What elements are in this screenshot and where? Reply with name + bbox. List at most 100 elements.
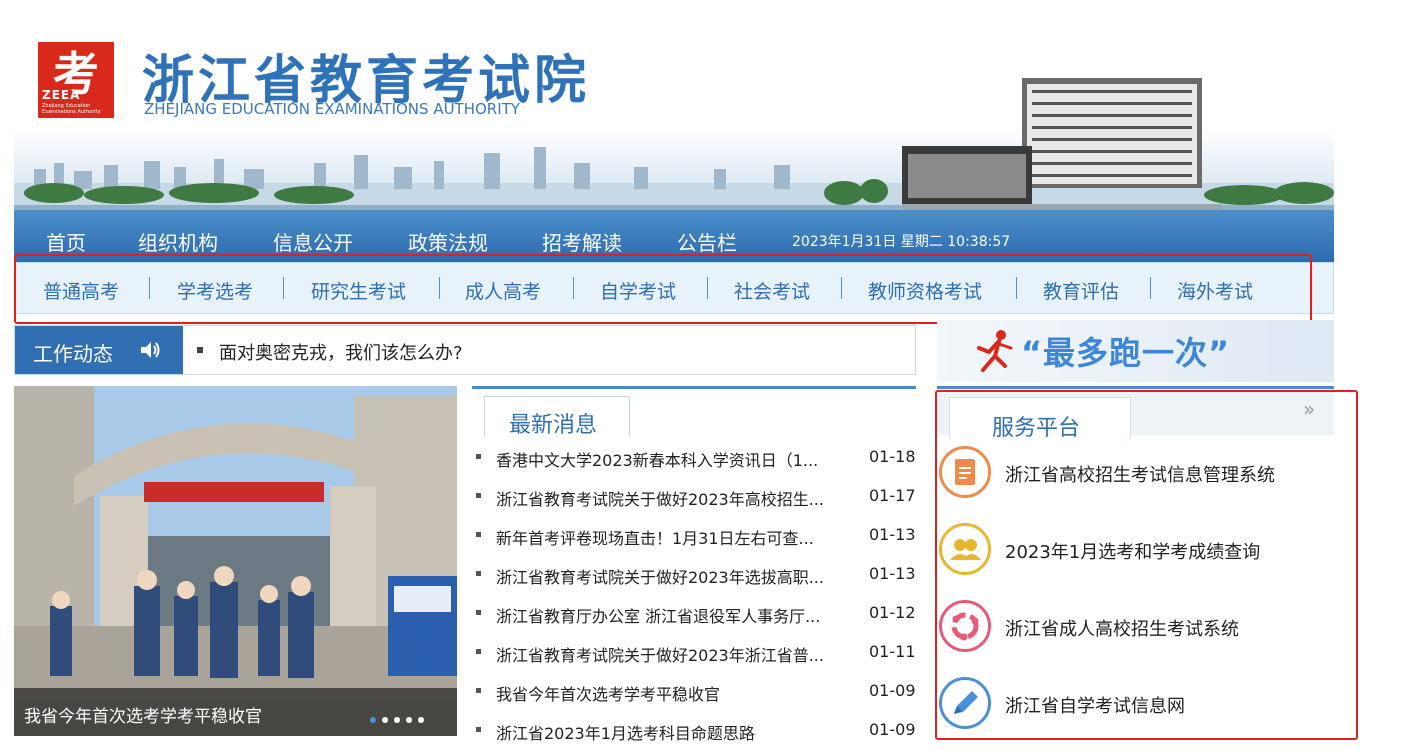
subnav-item-gaokao[interactable]: 普通高考 (43, 277, 119, 304)
service-item-label: 浙江省自学考试信息网 (1005, 696, 1185, 717)
news-title[interactable]: 我省今年首次选考学考平稳收官 (496, 681, 860, 705)
subnav-separator (1150, 277, 1151, 299)
tab-latest-news[interactable]: 最新消息 (484, 396, 630, 438)
news-row[interactable]: 浙江省教育考试院关于做好2023年高校招生... 01-17 (472, 477, 916, 516)
news-title[interactable]: 浙江省教育考试院关于做好2023年高校招生... (496, 486, 860, 510)
bullet-icon (476, 493, 481, 498)
bullet-icon (476, 610, 481, 615)
more-chevron-icon[interactable]: » (1303, 397, 1315, 421)
promo-slogan: “最多跑一次” (1021, 334, 1231, 372)
nav-item-bulletin[interactable]: 公告栏 (677, 227, 737, 256)
tab-service-platform-label: 服务平台 (992, 416, 1081, 441)
news-row[interactable]: 我省今年首次选考学考平稳收官 01-09 (472, 672, 916, 711)
site-banner: 考 ZEEA Zhejiang Education Examinations A… (14, 28, 1334, 210)
current-datetime: 2023年1月31日 星期二 10:38:57 (792, 234, 1011, 250)
logo-subtext: Zhejiang Education Examinations Authorit… (42, 103, 101, 115)
service-item-label: 2023年1月选考和学考成绩查询 (1005, 542, 1261, 563)
slideshow-dot-4[interactable] (406, 717, 412, 723)
news-date: 01-17 (869, 486, 916, 505)
nav-item-info-disclosure[interactable]: 信息公开 (273, 227, 353, 256)
nav-item-home[interactable]: 首页 (46, 227, 86, 256)
news-title[interactable]: 浙江省2023年1月选考科目命题思路 (496, 720, 860, 744)
news-title[interactable]: 浙江省教育考试院关于做好2023年浙江省普... (496, 642, 860, 666)
news-row[interactable]: 浙江省教育厅办公室 浙江省退役军人事务厅... 01-12 (472, 594, 916, 633)
news-row[interactable]: 新年首考评卷现场直击！1月31日左右可查... 01-13 (472, 516, 916, 555)
nav-item-organization[interactable]: 组织机构 (138, 227, 218, 256)
bullet-icon (197, 347, 203, 353)
subnav-separator (573, 277, 574, 299)
bullet-icon (476, 649, 481, 654)
runner-icon (977, 330, 1013, 372)
subnav-item-graduate[interactable]: 研究生考试 (311, 277, 406, 304)
subnav-item-teacher-cert[interactable]: 教师资格考试 (868, 277, 982, 304)
news-title[interactable]: 浙江省教育厅办公室 浙江省退役军人事务厅... (496, 603, 860, 627)
service-item-label: 浙江省成人高校招生考试系统 (1005, 619, 1239, 640)
news-date: 01-13 (869, 564, 916, 583)
news-date: 01-09 (869, 681, 916, 700)
nav-item-policies[interactable]: 政策法规 (408, 227, 488, 256)
bullet-icon (476, 727, 481, 732)
subnav-separator (283, 277, 284, 299)
work-news-label: 工作动态 (33, 342, 113, 366)
service-platform-panel: 服务平台 » 浙江省高校招生考试信息管理系统 2023年1月选考和学考成绩查询 … (937, 386, 1334, 736)
work-news-label-block: 工作动态 (15, 326, 183, 374)
service-item-adult-admission[interactable]: 浙江省成人高校招生考试系统 (939, 600, 1319, 660)
news-date: 01-12 (869, 603, 916, 622)
promo-banner-run-once[interactable]: “最多跑一次” (937, 320, 1334, 382)
service-item-self-study-site[interactable]: 浙江省自学考试信息网 (939, 677, 1319, 737)
news-title[interactable]: 浙江省教育考试院关于做好2023年选拔高职... (496, 564, 860, 588)
news-row[interactable]: 浙江省教育考试院关于做好2023年选拔高职... 01-13 (472, 555, 916, 594)
subnav-separator (149, 277, 150, 299)
news-row[interactable]: 浙江省教育考试院关于做好2023年浙江省普... 01-11 (472, 633, 916, 672)
news-date: 01-18 (869, 447, 916, 466)
subnav-separator (841, 277, 842, 299)
service-item-gaokao-system[interactable]: 浙江省高校招生考试信息管理系统 (939, 446, 1319, 506)
latest-news-list: 香港中文大学2023新春本科入学资讯日（1... 01-18 浙江省教育考试院关于… (472, 438, 916, 750)
slideshow-dot-5[interactable] (418, 717, 424, 723)
bullet-icon (476, 571, 481, 576)
panel-top-border (472, 386, 916, 389)
slideshow-caption-bar: 我省今年首次选考学考平稳收官 (14, 688, 457, 736)
cycle-icon (939, 600, 991, 652)
service-item-score-query[interactable]: 2023年1月选考和学考成绩查询 (939, 523, 1319, 583)
pen-icon (939, 677, 991, 729)
news-row[interactable]: 浙江省2023年1月选考科目命题思路 01-09 (472, 711, 916, 750)
logo-abbr: ZEEA (42, 88, 81, 102)
news-row[interactable]: 香港中文大学2023新春本科入学资讯日（1... 01-18 (472, 438, 916, 477)
bullet-icon (476, 454, 481, 459)
exam-building-illustration (902, 78, 1222, 210)
news-title[interactable]: 香港中文大学2023新春本科入学资讯日（1... (496, 447, 860, 471)
work-news-ticker: 工作动态 面对奥密克戎，我们该怎么办? (14, 325, 916, 375)
slideshow-dot-1[interactable] (370, 717, 376, 723)
news-slideshow[interactable]: 我省今年首次选考学考平稳收官 (14, 386, 457, 736)
work-news-headline[interactable]: 面对奥密克戎，我们该怎么办? (219, 339, 463, 365)
subnav-item-overseas[interactable]: 海外考试 (1177, 277, 1253, 304)
site-subtitle: ZHEJIANG EDUCATION EXAMINATIONS AUTHORIT… (144, 100, 520, 118)
nav-item-admission-guide[interactable]: 招考解读 (542, 227, 622, 256)
slideshow-dot-3[interactable] (394, 717, 400, 723)
subnav-item-xuekao[interactable]: 学考选考 (177, 277, 253, 304)
site-logo[interactable]: 考 ZEEA Zhejiang Education Examinations A… (38, 42, 114, 118)
bullet-icon (476, 688, 481, 693)
slideshow-dots (370, 708, 430, 727)
service-item-label: 浙江省高校招生考试信息管理系统 (1005, 465, 1275, 486)
subnav-item-evaluation[interactable]: 教育评估 (1043, 277, 1119, 304)
bullet-icon (476, 532, 481, 537)
subnav-item-adult[interactable]: 成人高考 (465, 277, 541, 304)
subnav-item-self-study[interactable]: 自学考试 (600, 277, 676, 304)
tab-service-platform[interactable]: 服务平台 (949, 397, 1131, 441)
subnav-separator (707, 277, 708, 299)
main-nav: 首页 组织机构 信息公开 政策法规 招考解读 公告栏 2023年1月31日 星期… (14, 210, 1334, 262)
tab-latest-news-label: 最新消息 (509, 413, 598, 438)
slideshow-caption[interactable]: 我省今年首次选考学考平稳收官 (24, 702, 262, 727)
news-date: 01-11 (869, 642, 916, 661)
subnav-item-social[interactable]: 社会考试 (734, 277, 810, 304)
news-title[interactable]: 新年首考评卷现场直击！1月31日左右可查... (496, 525, 860, 549)
subnav-separator (1016, 277, 1017, 299)
document-icon (939, 446, 991, 498)
users-icon (939, 523, 991, 575)
speaker-icon (141, 342, 160, 358)
slideshow-dot-2[interactable] (382, 717, 388, 723)
subnav-separator (439, 277, 440, 299)
service-platform-header: 服务平台 » (937, 389, 1334, 441)
